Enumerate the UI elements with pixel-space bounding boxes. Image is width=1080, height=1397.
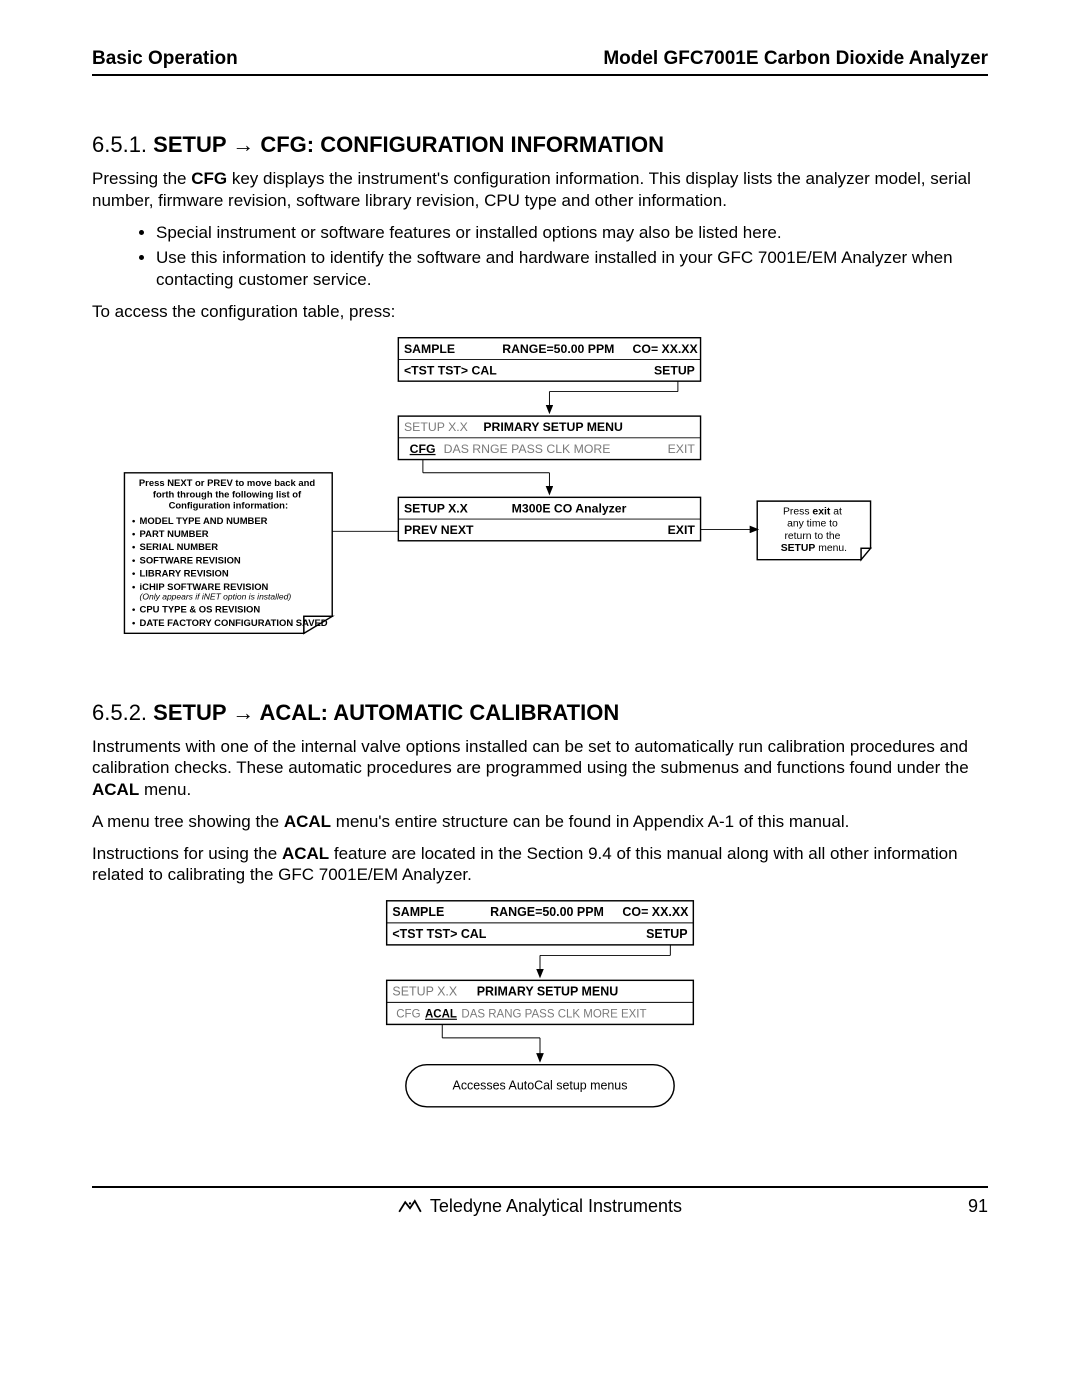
section-652-heading: 6.5.2. SETUP → ACAL: AUTOMATIC CALIBRATI… xyxy=(92,700,988,726)
screen-sample-2: SAMPLE RANGE=50.00 PPM CO= XX.XX <TST TS… xyxy=(387,901,694,945)
svg-text:SETUP X.X: SETUP X.X xyxy=(404,501,469,515)
section-number: 6.5.1. xyxy=(92,132,147,157)
svg-text:Press exit at any ti: Press exit at any time to return to the … xyxy=(781,506,847,554)
screen-setup-menu-2: SETUP X.X PRIMARY SETUP MENU CFG ACAL DA… xyxy=(387,980,694,1024)
svg-text:<TST TST> CAL: <TST TST> CAL xyxy=(404,363,497,377)
svg-text:CO= XX.XX: CO= XX.XX xyxy=(622,905,689,919)
diagram-cfg-flow: SAMPLE RANGE=50.00 PPM CO= XX.XX <TST TS… xyxy=(92,333,988,678)
svg-text:DAS RNGE PASS CLK MORE: DAS RNGE PASS CLK MORE xyxy=(444,441,611,455)
svg-text:PREV NEXT: PREV NEXT xyxy=(404,523,474,537)
svg-text:ACAL: ACAL xyxy=(425,1009,457,1021)
bullet-item: Special instrument or software features … xyxy=(156,222,988,244)
header-right: Model GFC7001E Carbon Dioxide Analyzer xyxy=(603,48,988,70)
screen-sample: SAMPLE RANGE=50.00 PPM CO= XX.XX <TST TS… xyxy=(398,337,700,380)
bullets-651: Special instrument or software features … xyxy=(92,222,988,291)
para-651-2: To access the configuration table, press… xyxy=(92,301,988,323)
svg-text:•iCHIP SOFTWARE REVISION(Only: •iCHIP SOFTWARE REVISION(Only appears if… xyxy=(132,581,291,600)
section-651-heading: 6.5.1. SETUP → CFG: CONFIGURATION INFORM… xyxy=(92,132,988,158)
svg-text:CFG: CFG xyxy=(396,1009,420,1021)
svg-text:M300E CO Analyzer: M300E CO Analyzer xyxy=(512,501,627,515)
para-652-2: A menu tree showing the ACAL menu's enti… xyxy=(92,811,988,833)
svg-text:SETUP X.X: SETUP X.X xyxy=(392,985,457,999)
svg-text:RANGE=50.00 PPM: RANGE=50.00 PPM xyxy=(502,341,614,355)
arrow-icon: → xyxy=(232,700,254,725)
svg-text:Accesses AutoCal setup menus: Accesses AutoCal setup menus xyxy=(453,1079,628,1093)
page-number: 91 xyxy=(968,1196,988,1217)
h-post: CFG: CONFIGURATION INFORMATION xyxy=(254,132,664,157)
header-left: Basic Operation xyxy=(92,48,238,70)
svg-text:DAS RANG PASS CLK MORE EXI: DAS RANG PASS CLK MORE EXIT xyxy=(461,1009,646,1021)
footer-company: Teledyne Analytical Instruments xyxy=(430,1196,682,1217)
teledyne-logo-icon xyxy=(398,1198,422,1216)
svg-text:SAMPLE: SAMPLE xyxy=(404,341,455,355)
note-left: Press NEXT or PREV to move back and fort… xyxy=(124,472,332,633)
svg-text:<TST TST> CAL: <TST TST> CAL xyxy=(392,927,486,941)
svg-text:SAMPLE: SAMPLE xyxy=(392,905,444,919)
svg-text:EXIT: EXIT xyxy=(668,523,696,537)
svg-text:CFG: CFG xyxy=(410,441,436,455)
h-pre: SETUP xyxy=(153,132,232,157)
svg-text:SETUP: SETUP xyxy=(654,363,695,377)
diagram-acal-flow: SAMPLE RANGE=50.00 PPM CO= XX.XX <TST TS… xyxy=(92,896,988,1126)
h-post: ACAL: AUTOMATIC CALIBRATION xyxy=(254,700,619,725)
svg-text:PRIMARY SETUP MENU: PRIMARY SETUP MENU xyxy=(483,420,623,434)
svg-text:SETUP: SETUP xyxy=(646,927,687,941)
bullet-item: Use this information to identify the sof… xyxy=(156,247,988,291)
note-right: Press exit at any time to return to the … xyxy=(757,501,870,560)
svg-text:RANGE=50.00 PPM: RANGE=50.00 PPM xyxy=(490,905,604,919)
h-pre: SETUP xyxy=(153,700,232,725)
arrow-icon: → xyxy=(232,132,254,157)
para-652-3: Instructions for using the ACAL feature … xyxy=(92,843,988,887)
page-header: Basic Operation Model GFC7001E Carbon Di… xyxy=(92,48,988,76)
acal-bubble: Accesses AutoCal setup menus xyxy=(406,1065,674,1107)
para-652-1: Instruments with one of the internal val… xyxy=(92,736,988,801)
screen-setup-menu: SETUP X.X PRIMARY SETUP MENU CFG DAS RNG… xyxy=(398,416,700,459)
page-footer: Teledyne Analytical Instruments 91 xyxy=(92,1186,988,1217)
svg-text:EXIT: EXIT xyxy=(668,441,696,455)
para-651-1: Pressing the CFG key displays the instru… xyxy=(92,168,988,212)
section-number: 6.5.2. xyxy=(92,700,147,725)
svg-text:CO= XX.XX: CO= XX.XX xyxy=(633,341,699,355)
screen-cfg-info: SETUP X.X M300E CO Analyzer PREV NEXT EX… xyxy=(398,497,700,540)
svg-text:SETUP X.X: SETUP X.X xyxy=(404,420,468,434)
footer-logo: Teledyne Analytical Instruments xyxy=(398,1196,682,1217)
svg-text:PRIMARY SETUP MENU: PRIMARY SETUP MENU xyxy=(477,985,618,999)
